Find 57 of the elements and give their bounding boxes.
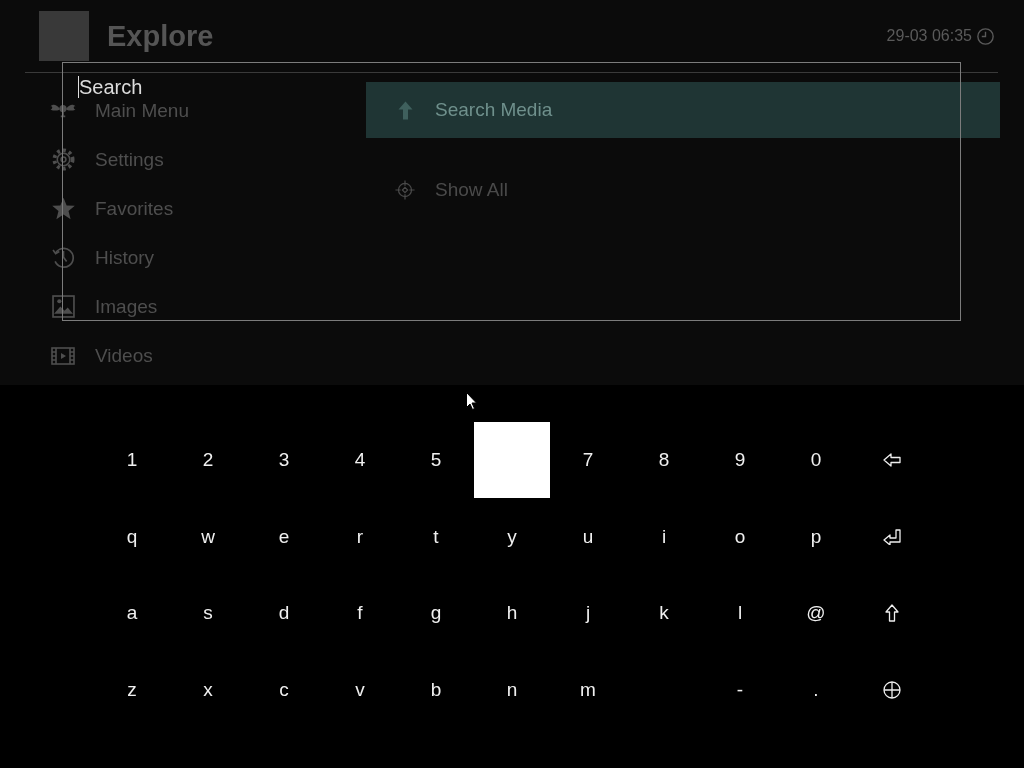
key-button[interactable]: 4 — [322, 422, 398, 498]
key-button[interactable]: l — [702, 575, 778, 652]
key-button[interactable]: p — [778, 498, 854, 575]
key-button[interactable]: o — [702, 498, 778, 575]
key-button[interactable]: f — [322, 575, 398, 652]
key-button[interactable]: m — [550, 652, 626, 729]
clock-icon — [977, 27, 994, 45]
key-button[interactable]: r — [322, 498, 398, 575]
arrow-up-icon — [397, 100, 413, 120]
backspace-icon — [883, 453, 901, 467]
key-button[interactable]: x — [170, 652, 246, 729]
key-button[interactable]: s — [170, 575, 246, 652]
key-button[interactable]: g — [398, 575, 474, 652]
key-button[interactable]: j — [550, 575, 626, 652]
film-icon — [51, 346, 75, 365]
enter-icon — [883, 528, 901, 545]
logo-placeholder — [39, 10, 89, 61]
key-button[interactable]: 5 — [398, 422, 474, 498]
mouse-pointer-icon — [466, 392, 477, 410]
star-icon — [51, 197, 75, 220]
key-button[interactable]: q — [94, 498, 170, 575]
page-title: Explore — [107, 19, 215, 53]
key-button[interactable]: 3 — [246, 422, 322, 498]
key-button[interactable]: w — [170, 498, 246, 575]
search-field[interactable]: Search — [78, 76, 151, 98]
key-button[interactable]: v — [322, 652, 398, 729]
key-button[interactable]: 0 — [778, 422, 854, 498]
crosshair-icon — [395, 180, 415, 200]
key-button[interactable]: k — [626, 575, 702, 652]
key-button[interactable]: t — [398, 498, 474, 575]
key-button[interactable]: d — [246, 575, 322, 652]
key-button[interactable]: 9 — [702, 422, 778, 498]
key-button[interactable]: a — [94, 575, 170, 652]
option-item[interactable]: Search Media — [366, 82, 1000, 138]
key-button[interactable]: 8 — [626, 422, 702, 498]
key-button[interactable]: b — [398, 652, 474, 729]
gear-icon — [51, 148, 75, 171]
key-button[interactable]: n — [474, 652, 550, 729]
shift-icon — [885, 604, 899, 623]
key-button[interactable]: y — [474, 498, 550, 575]
key-button[interactable]: 7 — [550, 422, 626, 498]
image-icon — [51, 295, 75, 318]
circled-cross-icon — [883, 681, 901, 700]
winged-emblem-icon — [50, 103, 76, 118]
key-button[interactable]: c — [246, 652, 322, 729]
key-button[interactable]: e — [246, 498, 322, 575]
key-button[interactable]: z — [94, 652, 170, 729]
date-time: 29-03 06:35 — [886, 27, 972, 45]
key-button[interactable]: h — [474, 575, 550, 652]
key-button[interactable]: i — [626, 498, 702, 575]
key-button[interactable]: 2 — [170, 422, 246, 498]
key-button[interactable]: . — [778, 652, 854, 729]
key-button[interactable]: u — [550, 498, 626, 575]
key-button[interactable]: 1 — [94, 422, 170, 498]
key-button[interactable]: - — [702, 652, 778, 729]
key-button[interactable]: @ — [778, 575, 854, 652]
history-icon — [51, 246, 75, 269]
